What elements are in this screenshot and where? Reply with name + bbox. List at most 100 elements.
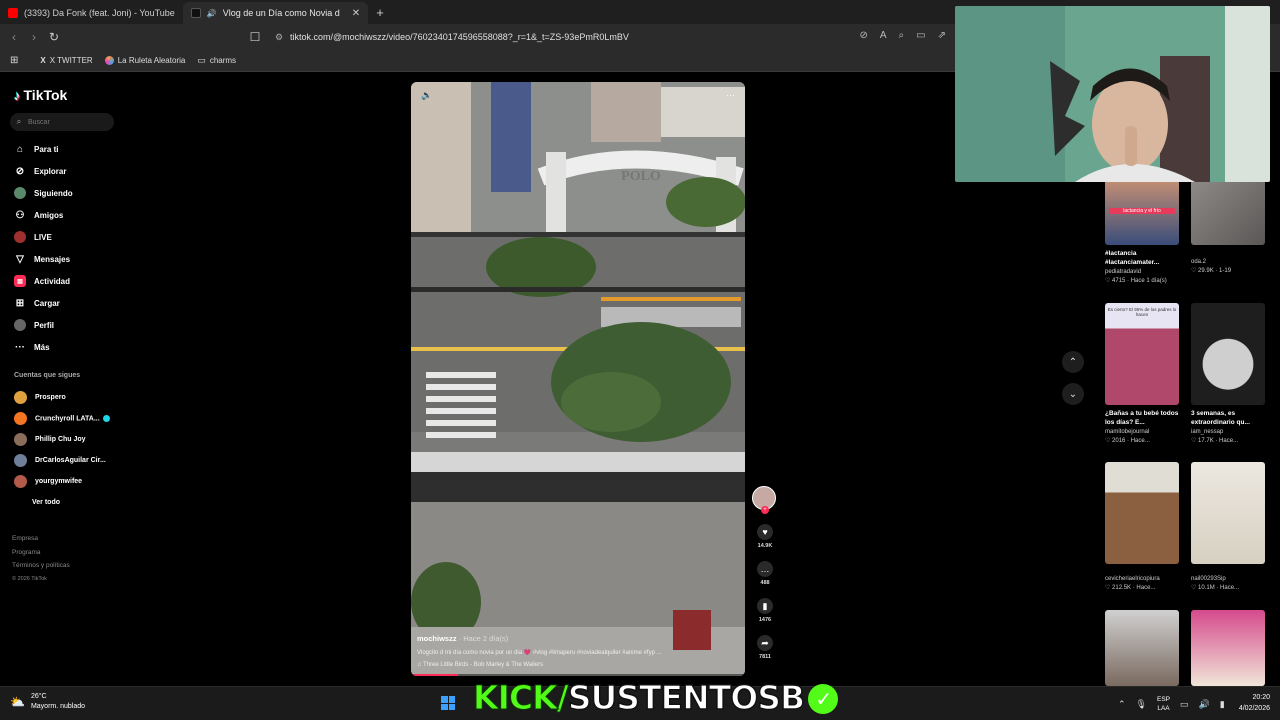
video-author[interactable]: mochiwszz · Hace 2 día(s): [417, 634, 739, 643]
cast-icon[interactable]: ▭: [916, 30, 925, 41]
video-music[interactable]: ♫ Three Little Birds - Bob Marley & The …: [417, 662, 739, 668]
bookmark-page-icon[interactable]: ☐: [245, 30, 265, 44]
video-more-icon[interactable]: ···: [726, 90, 735, 101]
close-tab-icon[interactable]: ✕: [352, 8, 360, 19]
recommended-card[interactable]: [1105, 610, 1183, 686]
avatar: [14, 412, 27, 425]
footer-link[interactable]: Términos y políticas: [12, 559, 70, 573]
following-item[interactable]: Prospero: [10, 387, 140, 408]
network-icon[interactable]: ▭: [1180, 699, 1189, 710]
tiktok-logo[interactable]: ♪ TikTok: [14, 87, 67, 103]
nav-perfil[interactable]: Perfil: [10, 314, 140, 336]
save-button[interactable]: ▮ 1476: [752, 598, 778, 623]
volume-icon[interactable]: 🔈: [421, 90, 432, 101]
next-video-button[interactable]: ⌄: [1062, 383, 1084, 405]
reload-button[interactable]: ↻: [44, 30, 64, 44]
avatar: [14, 454, 27, 467]
following-item[interactable]: DrCarlosAguilar Cir...: [10, 450, 140, 471]
nav-actividad[interactable]: ▤ Actividad: [10, 270, 140, 292]
card-meta: ♡ 212.5K · Hace...: [1105, 585, 1156, 591]
recommended-card[interactable]: nail00293Sip ♡ 10.1M · Hace...: [1191, 462, 1269, 591]
forward-button[interactable]: ›: [24, 30, 44, 44]
avatar: [14, 391, 27, 404]
battery-icon[interactable]: ▮: [1220, 699, 1225, 710]
weather-widget[interactable]: ⛅ 26°C Mayorm. nublado: [10, 692, 85, 712]
recommended-card[interactable]: [1191, 610, 1269, 686]
tiktok-note-icon: ♪: [14, 87, 21, 103]
bookmark-x-twitter[interactable]: XX TWITTER: [34, 56, 98, 65]
following-item[interactable]: yourgymwifee: [10, 471, 140, 492]
nav-para-ti[interactable]: ⌂ Para ti: [10, 138, 140, 160]
new-tab-button[interactable]: +: [368, 5, 392, 20]
activity-icon: ▤: [14, 275, 26, 287]
webcam-feed: [955, 6, 1270, 182]
recommended-card[interactable]: cevicheriaelricopiura ♡ 212.5K · Hace...: [1105, 462, 1183, 591]
comment-count: 488: [760, 580, 770, 586]
nav-mensajes[interactable]: ▽ Mensajes: [10, 248, 140, 270]
recommended-card[interactable]: 3 semanas, es extraordinario qu... iam_n…: [1191, 303, 1269, 444]
windows-start-icon[interactable]: [441, 696, 455, 710]
eye-off-icon[interactable]: ⊘: [859, 30, 867, 41]
zoom-icon[interactable]: ⌕: [899, 30, 905, 41]
comment-button[interactable]: … 488: [752, 561, 778, 586]
card-meta: ♡ 10.1M · Hace...: [1191, 585, 1240, 591]
post-time: · Hace 2 día(s): [458, 634, 509, 643]
tab-youtube[interactable]: (3393) Da Fonk (feat. Joni) - YouTube: [0, 2, 183, 24]
share-button[interactable]: ➦ 7811: [752, 635, 778, 660]
nav-siguiendo[interactable]: Siguiendo: [10, 182, 140, 204]
author-name: mochiwszz: [417, 634, 457, 643]
card-meta: ♡ 2016 · Hace...: [1105, 438, 1150, 444]
microphone-icon[interactable]: 🎙: [1136, 699, 1147, 710]
nav-label: Actividad: [34, 276, 71, 286]
see-all-link[interactable]: Ver todo: [10, 492, 140, 513]
comment-icon: …: [757, 561, 773, 577]
follow-plus-icon[interactable]: +: [761, 506, 769, 514]
nav-amigos[interactable]: ⚇ Amigos: [10, 204, 140, 226]
following-item[interactable]: Crunchyroll LATA...: [10, 408, 140, 429]
previous-video-button[interactable]: ⌃: [1062, 351, 1084, 373]
messages-icon: ▽: [16, 253, 24, 265]
bookmark-charms[interactable]: ▭ charms: [191, 55, 242, 66]
profile-icon: [14, 319, 26, 331]
volume-tray-icon[interactable]: 🔊: [1199, 699, 1210, 710]
bookmark-ruleta[interactable]: La Ruleta Aleatoria: [99, 56, 192, 65]
url-bar[interactable]: ⚙ tiktok.com/@mochiwszz/video/7602340174…: [268, 27, 958, 47]
apps-grid-icon[interactable]: ⊞: [4, 55, 24, 66]
clock-time: 20:20: [1252, 694, 1270, 701]
lang-code: ESP: [1156, 696, 1170, 703]
kick-text: KICK/: [473, 678, 570, 718]
nav-mas[interactable]: ··· Más: [10, 336, 140, 358]
nav-cargar[interactable]: ⊞ Cargar: [10, 292, 140, 314]
video-progress-bar[interactable]: [411, 674, 745, 676]
nav-live[interactable]: LIVE: [10, 226, 140, 248]
recommended-card[interactable]: Es cierto? El 95% de los padres lo hacen…: [1105, 303, 1183, 444]
tab-tiktok[interactable]: 🔊 Vlog de un Día como Novia d ✕: [182, 2, 369, 24]
footer-link[interactable]: Empresa: [12, 532, 70, 546]
recommended-card[interactable]: oda.2 ♡ 29.9K · 1-19: [1191, 180, 1269, 274]
nav-explorar[interactable]: ⊘ Explorar: [10, 160, 140, 182]
share-icon[interactable]: ⇗: [938, 30, 946, 41]
share-arrow-icon: ➦: [757, 635, 773, 651]
translate-icon[interactable]: A: [880, 30, 887, 41]
card-user: pediatradavid: [1105, 269, 1142, 275]
site-info-icon[interactable]: ⚙: [268, 32, 290, 43]
account-name: Phillip Chu Joy: [35, 436, 86, 443]
recommended-card[interactable]: lactancia y el frío #lactancia #lactanci…: [1105, 180, 1183, 284]
tab-title: Vlog de un Día como Novia d: [222, 8, 340, 18]
like-button[interactable]: ♥ 14.9K: [752, 524, 778, 549]
card-user: mamitobejournal: [1105, 429, 1150, 435]
screen: (3393) Da Fonk (feat. Joni) - YouTube 🔊 …: [0, 0, 1280, 720]
language-indicator[interactable]: ESP LAA: [1157, 695, 1170, 713]
footer-link[interactable]: Programa: [12, 546, 70, 560]
search-input[interactable]: ⌕ Buscar: [10, 113, 114, 131]
card-meta: ♡ 29.9K · 1-19: [1191, 268, 1232, 274]
clock-date: 4/02/2026: [1238, 705, 1270, 712]
following-item[interactable]: Phillip Chu Joy: [10, 429, 140, 450]
video-player[interactable]: POLO 🔈 ··· mochiwszz · Hace 2 día(s) Vlo…: [411, 82, 745, 676]
stream-overlay-banner: KICK/SUSTENTOSB ✓: [473, 677, 839, 718]
author-avatar[interactable]: +: [752, 486, 776, 514]
back-button[interactable]: ‹: [4, 30, 24, 44]
tray-chevron-icon[interactable]: ⌃: [1118, 699, 1126, 710]
system-clock[interactable]: 20:20 4/02/2026: [1228, 692, 1270, 714]
copyright: © 2026 TikTok: [12, 575, 47, 582]
